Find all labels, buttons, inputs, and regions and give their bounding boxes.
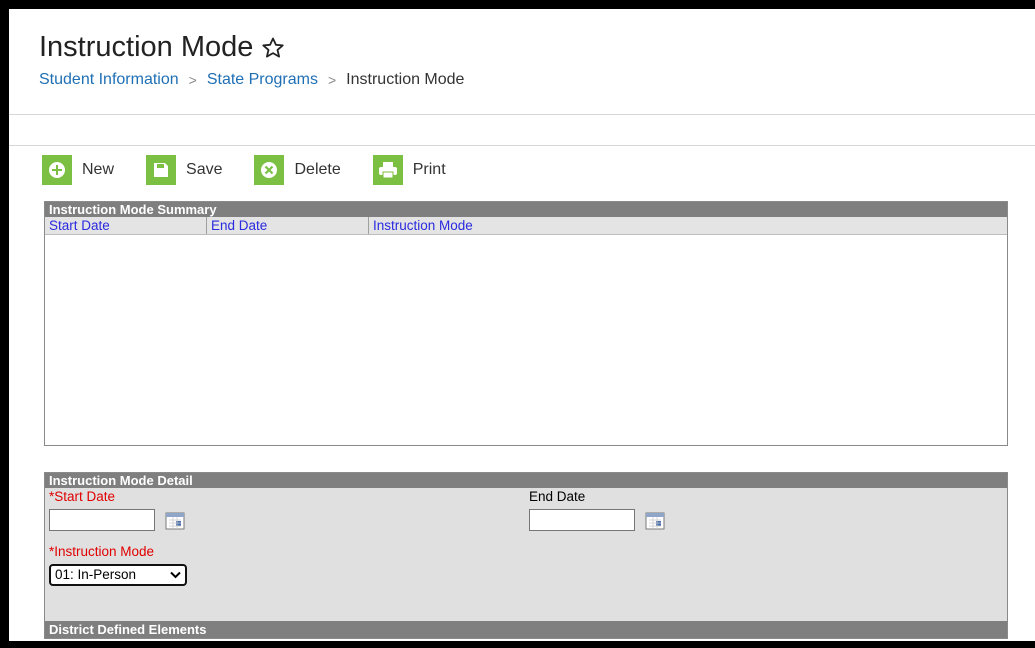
breadcrumb-student-information[interactable]: Student Information [39,71,179,89]
new-button-label: New [82,161,115,178]
detail-form: *Start Date End Date *Instruction Mode 0… [45,488,1007,638]
detail-title: Instruction Mode Detail [45,473,1007,488]
print-button-label: Print [412,161,446,178]
delete-button[interactable]: Delete [254,155,341,185]
page-header: Instruction Mode Student Information > S… [9,9,1035,115]
chevron-down-icon [170,571,181,579]
page-title: Instruction Mode [39,31,254,63]
save-button[interactable]: Save [146,155,222,185]
start-date-field[interactable] [49,509,155,531]
delete-button-label: Delete [294,161,341,178]
action-toolbar: New Save Delete Print [42,155,478,185]
toolbar-divider [9,145,1035,146]
floppy-disk-icon [146,155,177,185]
header-divider [9,114,1035,115]
x-circle-icon [254,155,285,185]
detail-panel: Instruction Mode Detail *Start Date End … [44,472,1008,639]
favorite-star-icon[interactable] [261,35,287,61]
summary-panel: Instruction Mode Summary Start Date End … [44,201,1008,446]
breadcrumb: Student Information > State Programs > I… [39,71,464,89]
end-date-calendar-icon[interactable] [645,511,665,531]
end-date-label: End Date [529,489,586,504]
page-title-row: Instruction Mode [39,31,287,64]
new-button[interactable]: New [42,155,114,185]
breadcrumb-current: Instruction Mode [346,71,465,88]
summary-title: Instruction Mode Summary [45,202,1007,217]
summary-column-headers: Start Date End Date Instruction Mode [45,217,1007,235]
column-header-end-date[interactable]: End Date [207,217,369,234]
column-header-instruction-mode[interactable]: Instruction Mode [369,217,1007,234]
district-defined-elements-header: District Defined Elements [45,621,1007,638]
breadcrumb-separator: > [327,72,337,88]
start-date-label: *Start Date [49,489,116,504]
end-date-field[interactable] [529,509,635,531]
column-header-start-date[interactable]: Start Date [45,217,207,234]
page: Instruction Mode Student Information > S… [9,9,1035,641]
summary-table-body [45,235,1007,445]
print-button[interactable]: Print [372,155,446,185]
printer-icon [372,155,403,185]
breadcrumb-separator: > [188,72,197,88]
plus-circle-icon [42,155,72,185]
save-button-label: Save [186,161,223,178]
instruction-mode-value: 01: In-Person [55,567,137,582]
start-date-calendar-icon[interactable] [165,511,185,531]
breadcrumb-state-programs[interactable]: State Programs [207,71,318,89]
instruction-mode-select[interactable]: 01: In-Person [49,564,187,586]
instruction-mode-label: *Instruction Mode [49,544,155,559]
